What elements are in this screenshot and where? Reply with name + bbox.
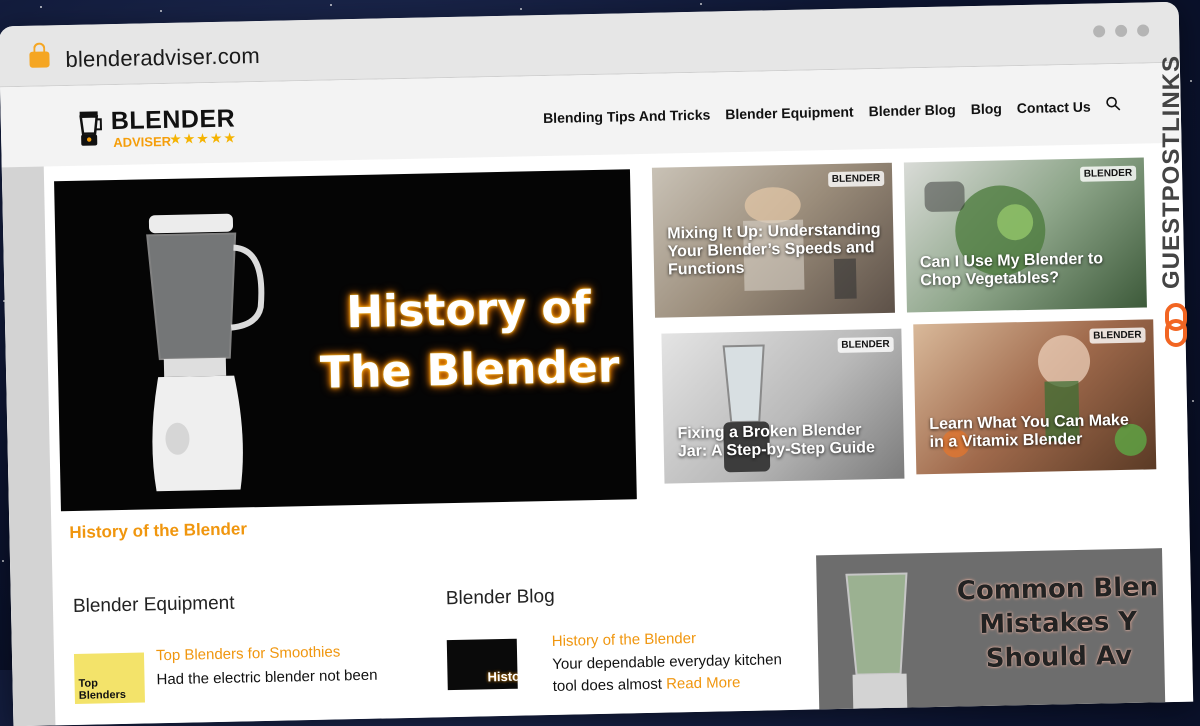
nav-blog[interactable]: Blog — [971, 100, 1002, 117]
card-title: Mixing It Up: Understanding Your Blender… — [667, 221, 881, 279]
chain-link-icon — [1165, 303, 1187, 347]
hero-image[interactable]: History of The Blender — [54, 169, 637, 512]
nav-blending-tips[interactable]: Blending Tips And Tricks — [543, 107, 711, 126]
card-brand-badge: BLENDER — [1079, 165, 1137, 182]
hero-caption-link[interactable]: History of the Blender — [69, 519, 247, 543]
promo-line-3: Should Av — [985, 640, 1133, 674]
window-dot-icon[interactable] — [1115, 24, 1128, 38]
hero-overlay-title: History of The Blender — [318, 278, 620, 404]
window-controls — [1093, 24, 1150, 38]
guestpostlinks-watermark: GUESTPOSTLINKS — [1158, 55, 1194, 355]
section-heading-blog: Blender Blog — [445, 585, 555, 610]
thumbnail-text: Top Blenders — [78, 677, 127, 702]
search-icon[interactable] — [1106, 96, 1121, 116]
blender-image — [146, 213, 265, 492]
site-logo[interactable]: BLENDER ADVISER ★★★★★ — [77, 104, 258, 152]
post-excerpt: Had the electric blender not been — [156, 666, 378, 689]
logo-sub-text: ADVISER — [113, 133, 172, 151]
nav-blender-equipment[interactable]: Blender Equipment — [725, 104, 854, 123]
window-dot-icon[interactable] — [1093, 25, 1106, 38]
post-excerpt-text: tool does almost — [552, 675, 663, 695]
post-thumbnail[interactable]: Top Blenders — [73, 652, 145, 704]
browser-window: blenderadviser.com BLENDER ADVISER ★★★★★ — [0, 1, 1194, 726]
promo-line-2: Mistakes Y — [979, 606, 1138, 641]
post-title-link[interactable]: Top Blenders for Smoothies — [156, 643, 341, 664]
post-title-link[interactable]: History of the Blender — [552, 630, 697, 650]
post-excerpt-line-2: tool does almost Read More — [553, 671, 793, 698]
web-page: BLENDER ADVISER ★★★★★ Blending Tips And … — [0, 62, 1194, 726]
thumbnail-text: Histor — [487, 668, 518, 685]
smoothie-blender-image — [845, 572, 908, 715]
promo-line-1: Common Blen — [956, 572, 1159, 607]
section-heading-equipment: Blender Equipment — [72, 592, 235, 618]
promo-headline: Common Blen Mistakes Y Should Av — [956, 570, 1160, 676]
post-thumbnail[interactable]: Histor — [446, 638, 518, 691]
url-text[interactable]: blenderadviser.com — [65, 43, 260, 73]
article-card[interactable]: BLENDER Can I Use My Blender to Chop Veg… — [903, 157, 1147, 313]
window-dot-icon[interactable] — [1137, 24, 1150, 37]
card-brand-badge: BLENDER — [837, 336, 894, 353]
logo-stars: ★★★★★ — [169, 129, 238, 147]
article-card[interactable]: BLENDER Mixing It Up: Understanding Your… — [651, 162, 895, 318]
blender-logo-icon — [79, 111, 102, 146]
read-more-link[interactable]: Read More — [666, 674, 741, 693]
nav-contact-us[interactable]: Contact Us — [1017, 99, 1091, 117]
left-sidebar-strip — [1, 166, 56, 726]
lock-icon — [29, 51, 50, 68]
nav-blender-blog[interactable]: Blender Blog — [868, 101, 955, 119]
promo-banner[interactable]: Common Blen Mistakes Y Should Av — [816, 548, 1166, 716]
hero-title-line-2: The Blender — [319, 341, 620, 399]
watermark-text: GUESTPOSTLINKS — [1158, 55, 1185, 290]
card-title: Learn What You Can Make in a Vitamix Ble… — [929, 411, 1129, 452]
hero-title-line-1: History of — [345, 282, 592, 339]
card-title: Can I Use My Blender to Chop Vegetables? — [919, 250, 1104, 290]
article-card[interactable]: BLENDER Fixing a Broken Blender Jar: A S… — [661, 328, 905, 484]
card-title: Fixing a Broken Blender Jar: A Step-by-S… — [677, 421, 876, 461]
article-card[interactable]: BLENDER Learn What You Can Make in a Vit… — [913, 319, 1157, 475]
main-nav: Blending Tips And Tricks Blender Equipme… — [543, 96, 1121, 128]
post-excerpt: Your dependable everyday kitchen tool do… — [552, 649, 793, 698]
card-brand-badge: BLENDER — [827, 170, 885, 188]
card-brand-badge: BLENDER — [1089, 327, 1146, 344]
